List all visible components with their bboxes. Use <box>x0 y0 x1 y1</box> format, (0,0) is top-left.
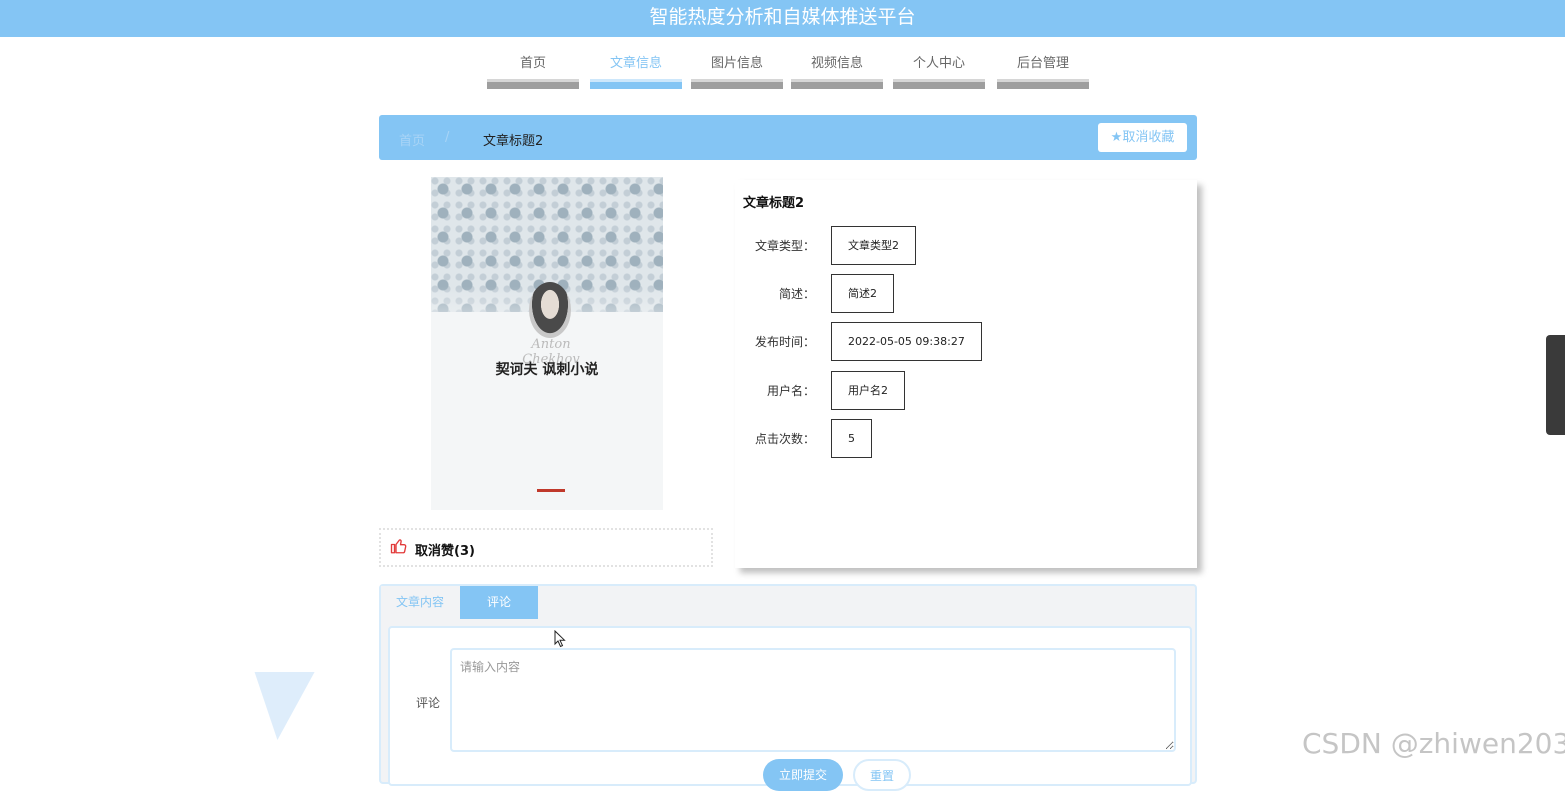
nav-item-label: 视频信息 <box>810 56 863 71</box>
info-value-username: 用户名2 <box>831 371 905 410</box>
nav-underline <box>590 79 682 89</box>
info-label: 发布时间： <box>754 335 815 349</box>
comment-pane: 评论 立即提交 重置 <box>388 626 1192 791</box>
unfavorite-label: 取消收藏 <box>1122 130 1175 145</box>
info-label: 文章类型： <box>754 239 815 253</box>
star-icon: ★ <box>1110 130 1123 145</box>
nav-item-label: 首页 <box>519 56 546 71</box>
article-cover-image: Anton Chekhov 契诃夫 讽刺小说 <box>431 177 663 510</box>
main-nav: 首页 文章信息 图片信息 视频信息 个人中心 后台管理 <box>0 47 1565 91</box>
cover-publisher-mark <box>537 489 565 492</box>
info-label: 用户名： <box>766 384 815 398</box>
side-drawer-handle[interactable] <box>1546 335 1565 435</box>
unlike-button[interactable]: 取消赞(3) <box>379 528 713 567</box>
submit-button[interactable]: 立即提交 <box>763 759 843 791</box>
info-label: 点击次数： <box>754 432 815 446</box>
nav-item-articles[interactable]: 文章信息 <box>590 47 682 89</box>
unlike-label: 取消赞(3) <box>415 544 475 559</box>
info-value-type: 文章类型2 <box>831 226 916 265</box>
tab-comments[interactable]: 评论 <box>460 586 538 619</box>
watermark: CSDN @zhiwen203 <box>1302 727 1565 760</box>
nav-item-admin[interactable]: 后台管理 <box>997 47 1089 89</box>
info-value-publish-time: 2022-05-05 09:38:27 <box>831 322 982 361</box>
nav-underline <box>997 79 1089 89</box>
info-label: 简述： <box>778 287 815 301</box>
nav-item-label: 个人中心 <box>912 56 965 71</box>
site-title: 智能热度分析和自媒体推送平台 <box>649 6 916 28</box>
nav-underline <box>487 79 579 89</box>
article-title: 文章标题2 <box>743 196 805 211</box>
breadcrumb-current: 文章标题2 <box>483 134 544 149</box>
article-tabs: 文章内容 评论 评论 立即提交 重置 <box>379 584 1197 791</box>
tab-article-content[interactable]: 文章内容 <box>381 586 459 619</box>
nav-underline <box>791 79 883 89</box>
nav-item-label: 后台管理 <box>1016 56 1069 71</box>
info-value-summary: 简述2 <box>831 274 894 313</box>
nav-underline <box>893 79 985 89</box>
cover-portrait <box>529 282 571 338</box>
comment-label: 评论 <box>416 696 441 710</box>
comment-input[interactable] <box>450 648 1176 752</box>
nav-item-videos[interactable]: 视频信息 <box>791 47 883 89</box>
nav-item-profile[interactable]: 个人中心 <box>893 47 985 89</box>
decorative-triangle <box>247 672 315 740</box>
reset-button[interactable]: 重置 <box>853 759 911 791</box>
article-info-card: 文章标题2 文章类型： 文章类型2 简述： 简述2 发布时间： 2022-05-… <box>735 180 1197 568</box>
nav-item-label: 图片信息 <box>710 56 763 71</box>
breadcrumb-separator: / <box>445 130 450 145</box>
breadcrumb: 首页 / 文章标题2 ★取消收藏 <box>379 115 1197 160</box>
thumbs-up-icon <box>390 539 407 554</box>
info-value-clicks: 5 <box>831 419 872 458</box>
cover-book-title: 契诃夫 讽刺小说 <box>495 362 599 378</box>
nav-item-home[interactable]: 首页 <box>487 47 579 89</box>
unfavorite-button[interactable]: ★取消收藏 <box>1098 123 1187 152</box>
mouse-cursor-icon <box>554 630 566 648</box>
nav-item-label: 文章信息 <box>609 56 662 71</box>
breadcrumb-home-link[interactable]: 首页 <box>399 130 425 149</box>
site-header: 智能热度分析和自媒体推送平台 <box>0 0 1565 37</box>
nav-item-images[interactable]: 图片信息 <box>691 47 783 89</box>
nav-underline <box>691 79 783 89</box>
